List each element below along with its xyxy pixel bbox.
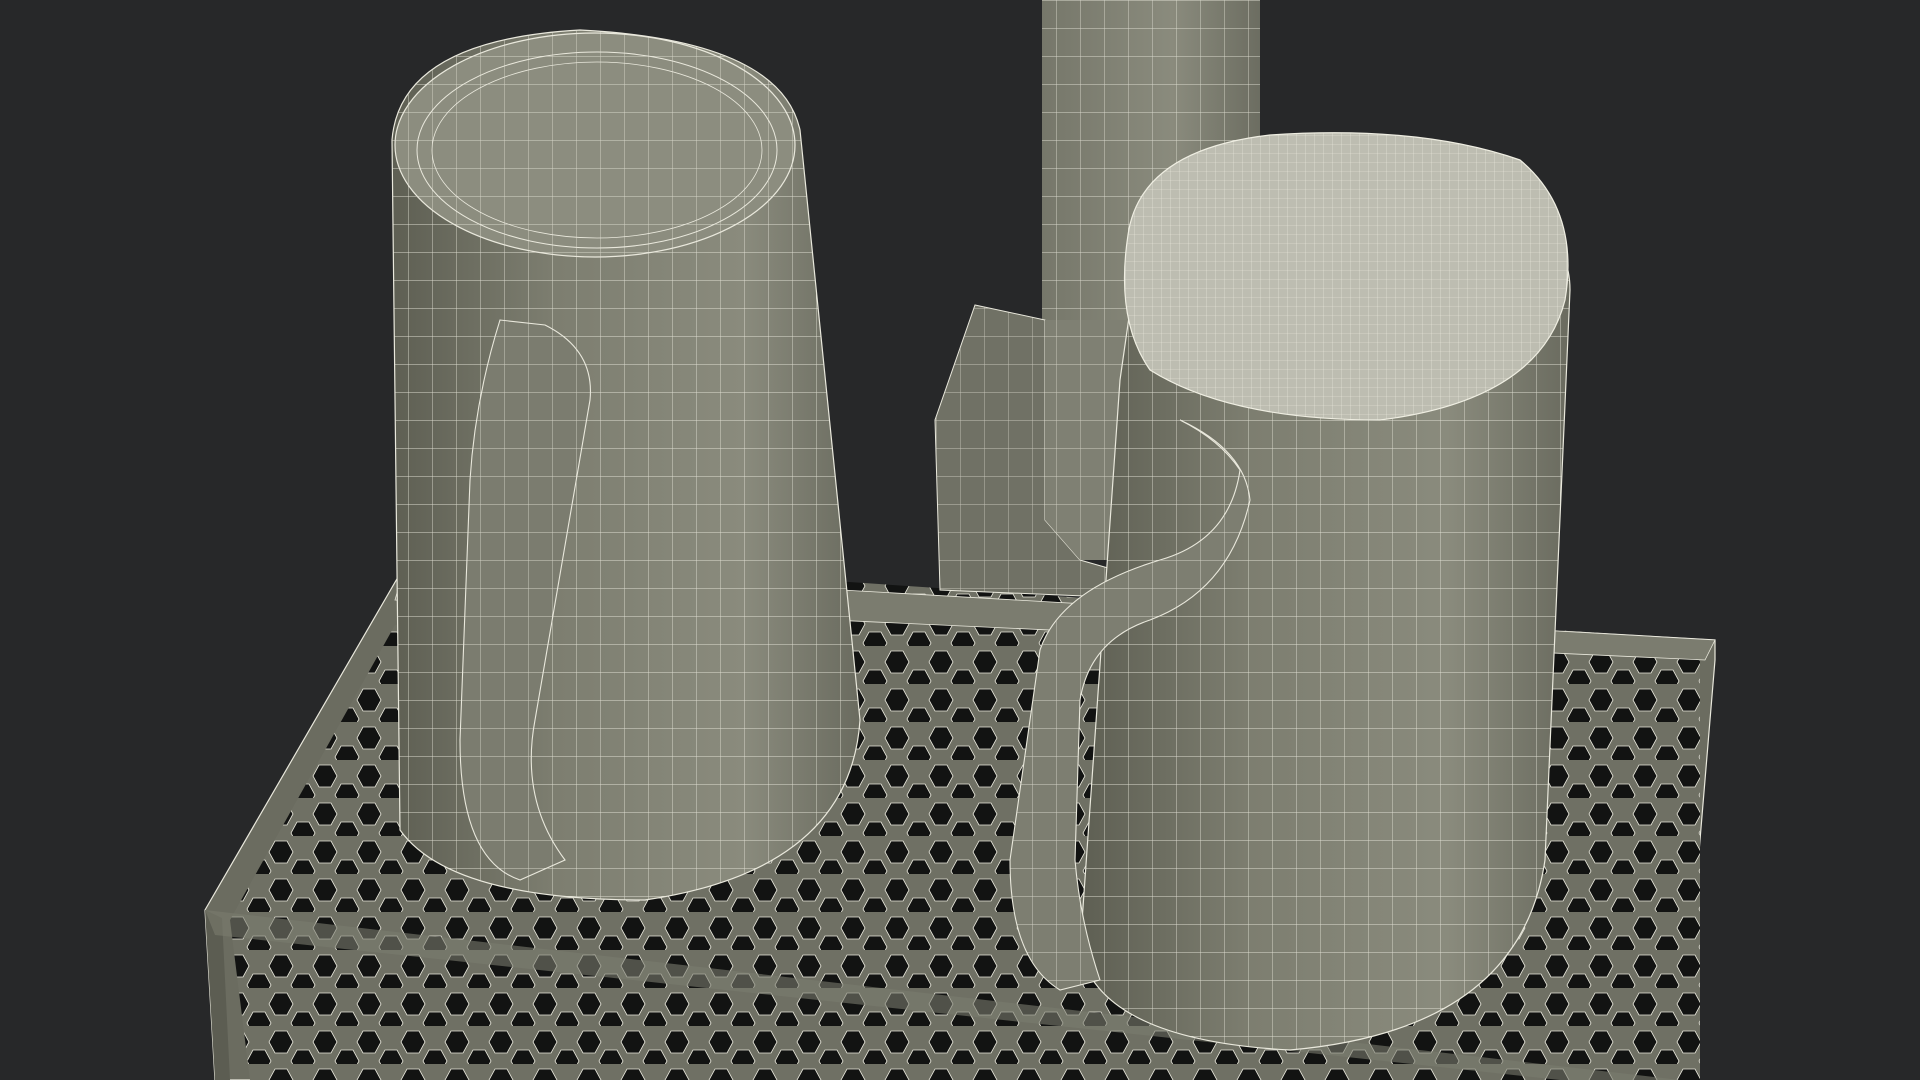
mug-left xyxy=(391,29,861,901)
render-viewport xyxy=(0,0,1920,1080)
wireframe-render xyxy=(204,0,1716,1080)
